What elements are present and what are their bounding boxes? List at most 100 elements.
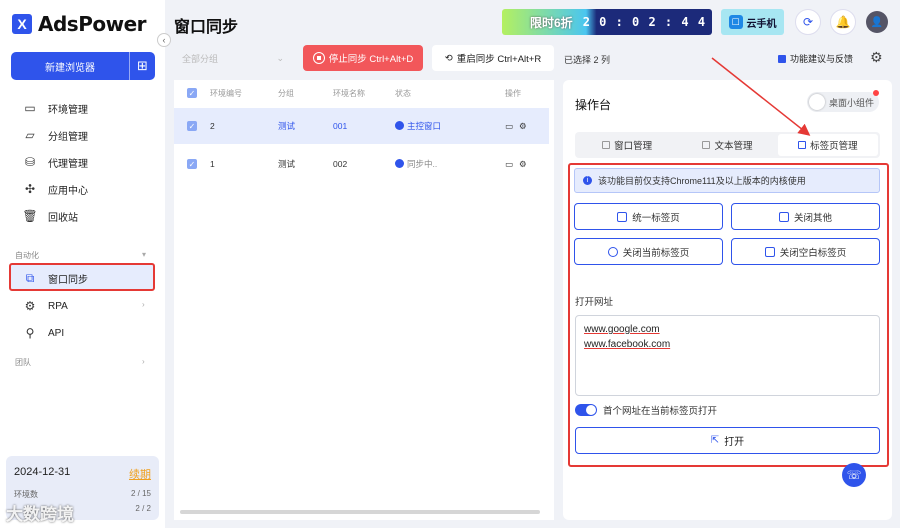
feedback-label: 功能建议与反馈 [790, 54, 854, 64]
cloud-phone-label: 云手机 [746, 18, 777, 30]
sidebar-item-apps[interactable]: ✣ 应用中心 [22, 181, 88, 197]
sidebar-item-api[interactable]: ⚲ API [22, 325, 65, 341]
table-row[interactable]: ✓ 1 测试 002 同步中.. ▭ ⚙ [174, 146, 549, 182]
cell-status: 同步中.. [395, 158, 505, 170]
chevron-right-icon: › [142, 300, 145, 309]
sidebar-item-window-sync[interactable]: ⧉ 窗口同步 [22, 270, 88, 286]
cloud-phone-button[interactable]: ☐ 云手机 [721, 9, 784, 35]
header-env-name[interactable]: 环境名称 [333, 88, 395, 99]
horizontal-scrollbar[interactable] [180, 510, 540, 514]
desktop-widget-toggle[interactable]: 桌面小组件 [807, 90, 879, 112]
add-icon[interactable]: ⊞ [129, 52, 155, 80]
app-name: AdsPower [38, 12, 147, 36]
window-icon[interactable]: ▭ [505, 121, 513, 132]
cell-status: 主控窗口 [395, 120, 505, 132]
info-icon: i [583, 176, 592, 185]
cell-env-id: 2 [210, 121, 215, 131]
header-status[interactable]: 状态 [395, 88, 505, 99]
tab-window-management[interactable]: 窗口管理 [577, 134, 677, 156]
toggle-knob [809, 94, 825, 110]
url-textarea[interactable]: www.google.com www.facebook.com [575, 315, 880, 396]
collapse-sidebar-button[interactable]: ‹ [157, 33, 171, 47]
table-row[interactable]: ✓ 2 测试 001 主控窗口 ▭ ⚙ [174, 108, 549, 144]
section-automation[interactable]: 自动化 [15, 250, 39, 261]
bell-icon: 🔔 [835, 15, 851, 29]
gear-icon[interactable]: ⚙ [870, 49, 883, 66]
refresh-button[interactable]: ⟳ [795, 9, 821, 35]
tab-label: 窗口管理 [614, 141, 653, 152]
promo-text: 限时6折 [530, 15, 573, 30]
sidebar-item-env[interactable]: ▭ 环境管理 [22, 100, 88, 116]
restart-sync-label: 重启同步 Ctrl+Alt+R [456, 54, 542, 65]
tab-tab-management[interactable]: 标签页管理 [777, 134, 878, 156]
close-current-tab-button[interactable]: 关闭当前标签页 [574, 238, 723, 265]
sidebar-item-trash[interactable]: 🗑 回收站 [22, 208, 78, 224]
window-icon[interactable]: ▭ [505, 159, 513, 170]
tab-label: 标签页管理 [810, 141, 858, 152]
feedback-link[interactable]: 功能建议与反馈 [778, 52, 853, 65]
unify-tabs-button[interactable]: 统一标签页 [574, 203, 723, 230]
promo-banner[interactable]: 限时6折 2 0 : 0 2 : 4 4 [502, 9, 712, 35]
environment-table: ✓ 环境编号 分组 环境名称 状态 操作 ✓ 2 测试 001 主控窗口 ▭ ⚙ … [174, 80, 554, 520]
settings-sliders-icon[interactable]: ⚙ [519, 159, 527, 170]
close-others-button[interactable]: 关闭其他 [731, 203, 880, 230]
tab-label: 文本管理 [714, 141, 753, 152]
group-select-placeholder: 全部分组 [182, 53, 219, 64]
sidebar-item-label: 应用中心 [48, 185, 88, 197]
sidebar: X AdsPower 新建浏览器 ⊞ ▭ 环境管理 ▱ 分组管理 ⛁ 代理管理 … [0, 0, 165, 528]
folder-open-icon: ▱ [25, 128, 35, 142]
cell-env-name: 001 [333, 121, 348, 131]
sidebar-item-rpa[interactable]: ⚙ RPA [22, 298, 68, 314]
puzzle-icon: ✣ [24, 182, 36, 196]
header-group[interactable]: 分组 [278, 88, 333, 99]
sidebar-item-proxy[interactable]: ⛁ 代理管理 [22, 154, 88, 170]
settings-sliders-icon[interactable]: ⚙ [519, 121, 527, 132]
tab-icon [798, 141, 807, 149]
api-icon: ⚲ [25, 326, 35, 340]
first-url-current-tab-switch[interactable] [575, 404, 597, 416]
sidebar-item-groups[interactable]: ▱ 分组管理 [22, 127, 88, 143]
group-select[interactable]: 全部分组 ⌄ [174, 46, 292, 70]
section-team[interactable]: 团队 [15, 357, 31, 368]
new-browser-button[interactable]: 新建浏览器 ⊞ [11, 52, 155, 80]
header-env-id[interactable]: 环境编号 [210, 88, 278, 99]
feedback-icon [778, 54, 786, 63]
watermark: 大数跨境 [6, 505, 74, 524]
stop-sync-button[interactable]: 停止同步 Ctrl+Alt+D [303, 45, 423, 71]
row-checkbox[interactable]: ✓ [187, 121, 197, 131]
header-actions: 操作 [505, 88, 521, 98]
restart-sync-button[interactable]: ⟲ 重启同步 Ctrl+Alt+R [432, 45, 554, 71]
avatar[interactable]: 👤 [866, 11, 888, 33]
cell-group: 测试 [278, 121, 296, 131]
tab-text-management[interactable]: 文本管理 [677, 134, 777, 156]
app-logo[interactable]: X AdsPower [12, 12, 147, 36]
env-count-value: 2 / 15 [130, 489, 151, 498]
new-browser-label: 新建浏览器 [45, 62, 95, 74]
notification-button[interactable]: 🔔 [830, 9, 856, 35]
expiry-date: 2024-12-31 [14, 466, 71, 478]
close-blank-tabs-button[interactable]: 关闭空白标签页 [731, 238, 880, 265]
status-text: 主控窗口 [407, 121, 442, 131]
sidebar-item-label: 环境管理 [48, 104, 88, 116]
select-all-checkbox[interactable]: ✓ [187, 88, 197, 98]
env-count-label: 环境数 [14, 490, 38, 499]
chevron-down-icon: ▾ [142, 250, 147, 259]
chevron-right-icon: › [142, 357, 145, 366]
button-label: 关闭其他 [793, 212, 832, 224]
location-pin-icon [607, 246, 618, 257]
sync-icon [395, 159, 404, 168]
widget-label: 桌面小组件 [829, 97, 875, 108]
refresh-icon: ⟳ [802, 15, 814, 29]
open-button[interactable]: ⇱ 打开 [575, 427, 880, 454]
sidebar-item-label: RPA [48, 300, 68, 312]
master-window-icon [395, 121, 404, 130]
text-icon [702, 141, 711, 149]
proxy-icon: ⛁ [24, 155, 36, 169]
chevron-down-icon: ⌄ [276, 52, 284, 63]
button-label: 统一标签页 [632, 212, 680, 224]
robot-icon: ⚙ [24, 299, 36, 313]
row-checkbox[interactable]: ✓ [187, 159, 197, 169]
renew-link[interactable]: 续期 [129, 466, 151, 482]
customer-support-icon[interactable]: ☏ [842, 463, 866, 487]
window-icon [602, 141, 611, 149]
